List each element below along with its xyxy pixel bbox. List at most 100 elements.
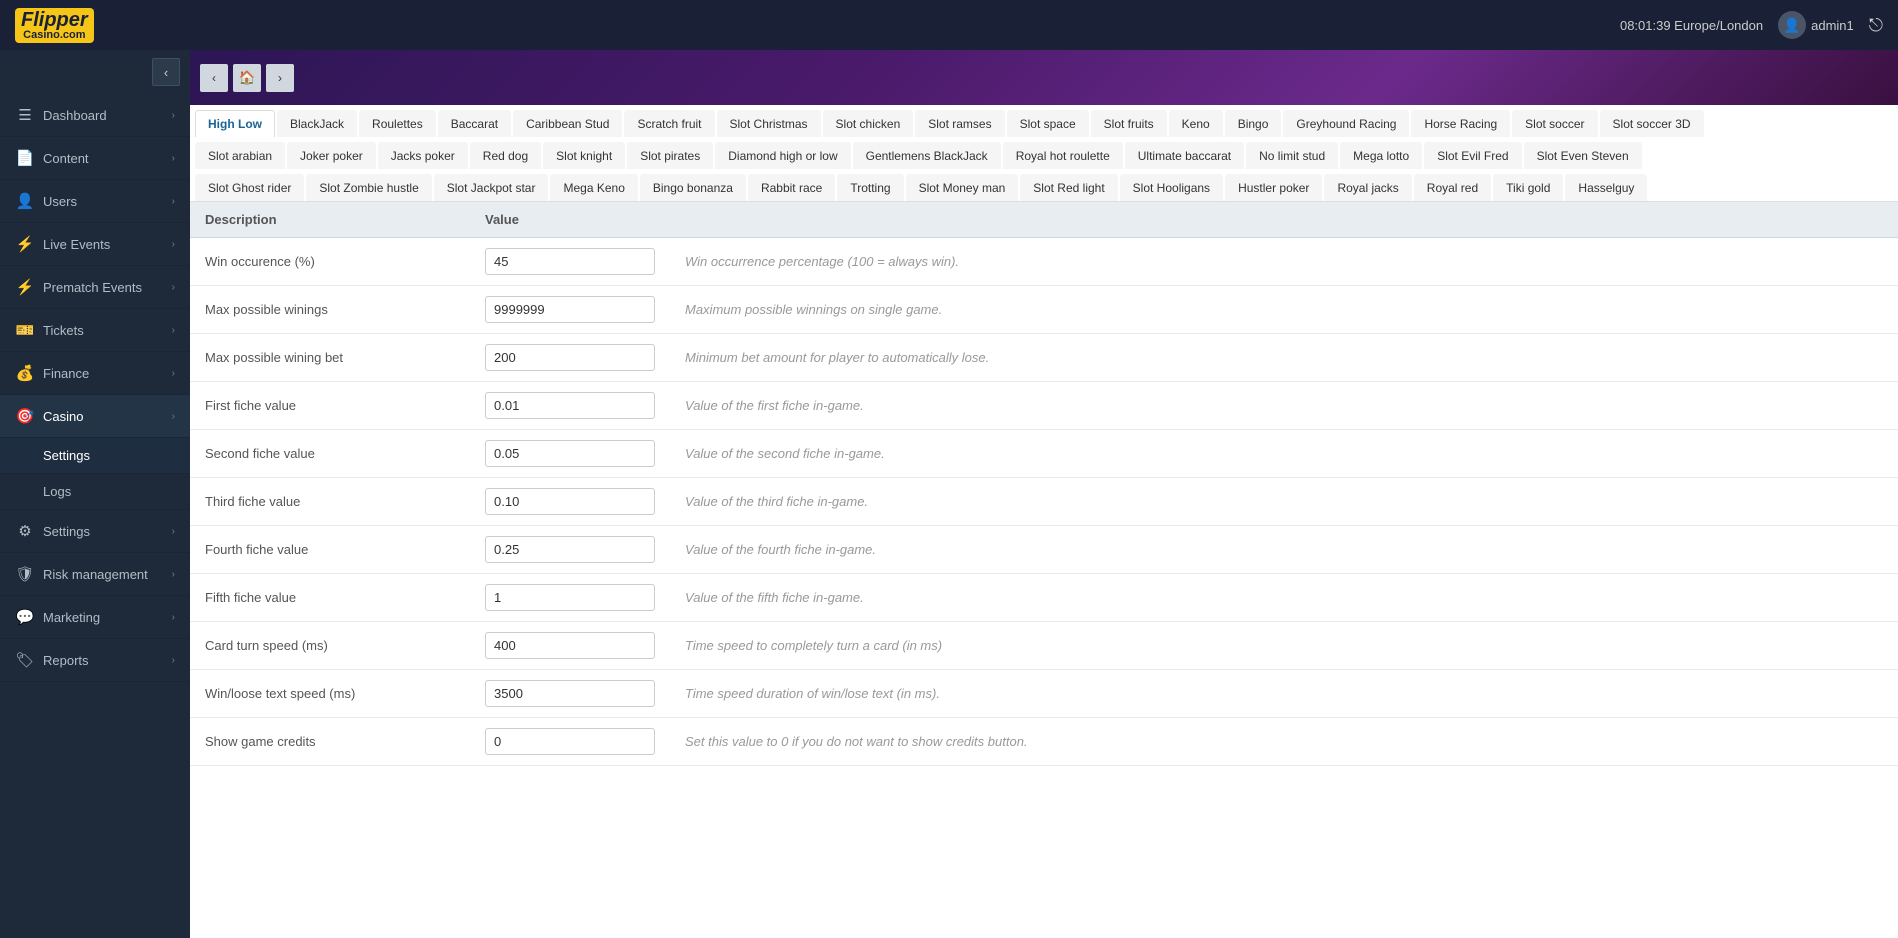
tab-slot-soccer[interactable]: Slot soccer bbox=[1512, 110, 1597, 137]
sidebar-item-content[interactable]: 📄 Content › bbox=[0, 137, 190, 180]
sidebar-item-dashboard[interactable]: ☰ Dashboard › bbox=[0, 94, 190, 137]
tab-joker-poker[interactable]: Joker poker bbox=[287, 142, 376, 169]
sidebar-sub-item-settings[interactable]: Settings bbox=[0, 438, 190, 474]
tab-baccarat[interactable]: Baccarat bbox=[438, 110, 511, 137]
tab-bingo-bonanza[interactable]: Bingo bonanza bbox=[640, 174, 746, 201]
row-hint-win-occurrence: Win occurrence percentage (100 = always … bbox=[670, 238, 1898, 286]
sidebar-item-settings[interactable]: ⚙ Settings › bbox=[0, 510, 190, 553]
tab-jacks-poker[interactable]: Jacks poker bbox=[378, 142, 468, 169]
tab-gentlemens-blackjack[interactable]: Gentlemens BlackJack bbox=[853, 142, 1001, 169]
chevron-right-icon: › bbox=[172, 526, 175, 537]
input-winloose-text-speed[interactable] bbox=[485, 680, 655, 707]
tab-keno[interactable]: Keno bbox=[1169, 110, 1223, 137]
table-row: First fiche valueValue of the first fich… bbox=[190, 382, 1898, 430]
tab-royal-jacks[interactable]: Royal jacks bbox=[1324, 174, 1411, 201]
tab-slot-arabian[interactable]: Slot arabian bbox=[195, 142, 285, 169]
tab-slot-christmas[interactable]: Slot Christmas bbox=[717, 110, 821, 137]
input-second-fiche[interactable] bbox=[485, 440, 655, 467]
input-fifth-fiche[interactable] bbox=[485, 584, 655, 611]
sidebar-item-live-events[interactable]: ⚡ Live Events › bbox=[0, 223, 190, 266]
tab-slot-money-man[interactable]: Slot Money man bbox=[906, 174, 1019, 201]
tab-blackjack[interactable]: BlackJack bbox=[277, 110, 357, 137]
sidebar-collapse-button[interactable]: ‹ bbox=[152, 58, 180, 86]
tab-greyhound-racing[interactable]: Greyhound Racing bbox=[1283, 110, 1409, 137]
tab-ultimate-baccarat[interactable]: Ultimate baccarat bbox=[1125, 142, 1244, 169]
tab-slot-pirates[interactable]: Slot pirates bbox=[627, 142, 713, 169]
tab-slot-ramses[interactable]: Slot ramses bbox=[915, 110, 1004, 137]
sidebar-sub-item-logs[interactable]: Logs bbox=[0, 474, 190, 510]
input-first-fiche[interactable] bbox=[485, 392, 655, 419]
sidebar-item-casino[interactable]: 🎯 Casino › bbox=[0, 395, 190, 438]
sidebar-item-reports[interactable]: 🏷 Reports › bbox=[0, 639, 190, 682]
chevron-right-icon: › bbox=[172, 110, 175, 121]
tab-no-limit-stud[interactable]: No limit stud bbox=[1246, 142, 1338, 169]
marketing-icon: 💬 bbox=[15, 608, 35, 626]
tab-royal-hot-roulette[interactable]: Royal hot roulette bbox=[1003, 142, 1123, 169]
tab-slot-red-light[interactable]: Slot Red light bbox=[1020, 174, 1117, 201]
input-fourth-fiche[interactable] bbox=[485, 536, 655, 563]
tab-slot-space[interactable]: Slot space bbox=[1007, 110, 1089, 137]
row-hint-show-game-credits: Set this value to 0 if you do not want t… bbox=[670, 718, 1898, 766]
tab-slot-evil-fred[interactable]: Slot Evil Fred bbox=[1424, 142, 1521, 169]
tab-roulettes[interactable]: Roulettes bbox=[359, 110, 436, 137]
sidebar: ‹ ☰ Dashboard › 📄 Content › 👤 Users › ⚡ … bbox=[0, 50, 190, 938]
sidebar-item-prematch-events[interactable]: ⚡ Prematch Events › bbox=[0, 266, 190, 309]
tab-mega-lotto[interactable]: Mega lotto bbox=[1340, 142, 1422, 169]
tab-trotting[interactable]: Trotting bbox=[837, 174, 903, 201]
sidebar-item-risk-management[interactable]: 🛡 Risk management › bbox=[0, 553, 190, 596]
tab-high-low[interactable]: High Low bbox=[195, 110, 275, 137]
row-value-cell-fifth-fiche bbox=[470, 574, 670, 622]
tickets-icon: 🎫 bbox=[15, 321, 35, 339]
tab-slot-zombie-hustle[interactable]: Slot Zombie hustle bbox=[306, 174, 431, 201]
table-row: Fourth fiche valueValue of the fourth fi… bbox=[190, 526, 1898, 574]
tab-royal-red[interactable]: Royal red bbox=[1414, 174, 1491, 201]
tab-rabbit-race[interactable]: Rabbit race bbox=[748, 174, 835, 201]
row-description-win-occurrence: Win occurence (%) bbox=[190, 238, 470, 286]
row-value-cell-win-occurrence bbox=[470, 238, 670, 286]
tab-bingo[interactable]: Bingo bbox=[1225, 110, 1282, 137]
sidebar-item-label: Live Events bbox=[43, 237, 172, 252]
back-button[interactable]: ‹ bbox=[200, 64, 228, 92]
tab-slot-jackpot-star[interactable]: Slot Jackpot star bbox=[434, 174, 549, 201]
logout-icon[interactable]: ⎋ bbox=[1869, 15, 1883, 36]
tab-tiki-gold[interactable]: Tiki gold bbox=[1493, 174, 1563, 201]
tab-slot-even-steven[interactable]: Slot Even Steven bbox=[1524, 142, 1642, 169]
chevron-right-icon: › bbox=[172, 282, 175, 293]
nav-items: ☰ Dashboard › 📄 Content › 👤 Users › ⚡ Li… bbox=[0, 94, 190, 938]
tab-caribbean-stud[interactable]: Caribbean Stud bbox=[513, 110, 622, 137]
sidebar-item-users[interactable]: 👤 Users › bbox=[0, 180, 190, 223]
input-max-possible-winnings[interactable] bbox=[485, 296, 655, 323]
table-row: Win occurence (%) Win occurrence percenta… bbox=[190, 238, 1898, 286]
tab-diamond-high-or-low[interactable]: Diamond high or low bbox=[715, 142, 850, 169]
tab-slot-soccer-3d[interactable]: Slot soccer 3D bbox=[1600, 110, 1704, 137]
sidebar-item-marketing[interactable]: 💬 Marketing › bbox=[0, 596, 190, 639]
users-icon: 👤 bbox=[15, 192, 35, 210]
tab-slot-hooligans[interactable]: Slot Hooligans bbox=[1120, 174, 1223, 201]
tab-horse-racing[interactable]: Horse Racing bbox=[1411, 110, 1510, 137]
input-show-game-credits[interactable] bbox=[485, 728, 655, 755]
table-row: Card turn speed (ms)Time speed to comple… bbox=[190, 622, 1898, 670]
tab-slot-knight[interactable]: Slot knight bbox=[543, 142, 625, 169]
table-row: Third fiche valueValue of the third fich… bbox=[190, 478, 1898, 526]
tab-scratch-fruit[interactable]: Scratch fruit bbox=[624, 110, 714, 137]
forward-button[interactable]: › bbox=[266, 64, 294, 92]
sidebar-item-finance[interactable]: 💰 Finance › bbox=[0, 352, 190, 395]
tab-hasselguy[interactable]: Hasselguy bbox=[1565, 174, 1647, 201]
tab-slot-ghost-rider[interactable]: Slot Ghost rider bbox=[195, 174, 304, 201]
live-events-icon: ⚡ bbox=[15, 235, 35, 253]
tab-red-dog[interactable]: Red dog bbox=[470, 142, 541, 169]
tab-slot-chicken[interactable]: Slot chicken bbox=[823, 110, 914, 137]
row-value-cell-winloose-text-speed bbox=[470, 670, 670, 718]
input-win-occurrence[interactable] bbox=[485, 248, 655, 275]
tab-mega-keno[interactable]: Mega Keno bbox=[550, 174, 637, 201]
row-description-second-fiche: Second fiche value bbox=[190, 430, 470, 478]
input-max-possible-wining-bet[interactable] bbox=[485, 344, 655, 371]
input-card-turn-speed[interactable] bbox=[485, 632, 655, 659]
input-third-fiche[interactable] bbox=[485, 488, 655, 515]
topbar-user: 👤 admin1 bbox=[1778, 11, 1854, 39]
tab-slot-fruits[interactable]: Slot fruits bbox=[1091, 110, 1167, 137]
tab-hustler-poker[interactable]: Hustler poker bbox=[1225, 174, 1322, 201]
sidebar-item-tickets[interactable]: 🎫 Tickets › bbox=[0, 309, 190, 352]
finance-icon: 💰 bbox=[15, 364, 35, 382]
home-button[interactable]: 🏠 bbox=[233, 64, 261, 92]
